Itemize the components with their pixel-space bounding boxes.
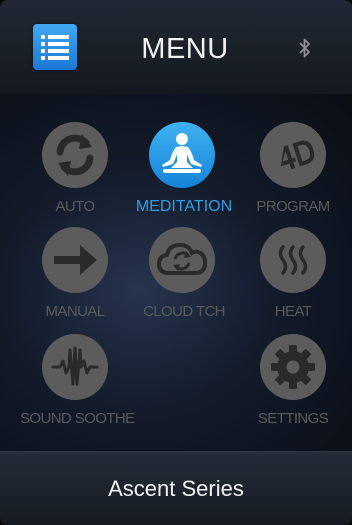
cloud-tch-label: CLOUD TCH — [143, 303, 225, 320]
menu-button[interactable] — [33, 24, 77, 70]
auto-sync-icon — [56, 134, 94, 176]
heat-waves-icon — [278, 245, 308, 275]
program-label: PROGRAM — [256, 198, 330, 215]
sound-wave-icon — [51, 346, 99, 386]
app-frame: MENU AUTO MEDITATION PROGRAM MANUAL CLOU… — [0, 0, 352, 525]
manual-button[interactable] — [42, 227, 108, 293]
gear-icon — [271, 345, 315, 389]
manual-label: MANUAL — [45, 303, 106, 320]
meditation-label: MEDITATION — [135, 198, 233, 215]
menu-item-auto[interactable]: AUTO — [20, 122, 130, 222]
menu-item-heat[interactable]: HEAT — [238, 227, 348, 327]
settings-label: SETTINGS — [257, 410, 329, 427]
sound-soothe-button[interactable] — [42, 334, 108, 400]
meditation-icon — [162, 133, 202, 173]
auto-label: AUTO — [55, 198, 96, 215]
menu-item-settings[interactable]: SETTINGS — [238, 334, 348, 434]
menu-item-program[interactable]: PROGRAM — [238, 122, 348, 222]
sound-soothe-label: SOUND SOOTHE — [20, 410, 135, 427]
arrow-right-icon — [54, 245, 97, 275]
page-title: MENU — [141, 33, 229, 65]
footer-bar: Ascent Series — [0, 451, 352, 525]
list-menu-icon — [41, 35, 69, 60]
menu-grid: AUTO MEDITATION PROGRAM MANUAL CLOUD TCH… — [0, 94, 352, 450]
menu-item-cloud-tch[interactable]: CLOUD TCH — [129, 227, 239, 327]
menu-item-sound-soothe[interactable]: SOUND SOOTHE — [20, 334, 135, 434]
4d-program-icon — [280, 140, 315, 170]
footer-title: Ascent Series — [108, 476, 244, 501]
header-bar: MENU — [0, 0, 352, 95]
settings-button[interactable] — [260, 334, 326, 400]
bluetooth-icon[interactable] — [298, 37, 312, 59]
menu-item-manual[interactable]: MANUAL — [20, 227, 130, 327]
program-button[interactable] — [260, 122, 326, 188]
auto-button[interactable] — [42, 122, 108, 188]
menu-item-meditation[interactable]: MEDITATION — [129, 122, 239, 222]
cloud-tch-button[interactable] — [149, 227, 215, 293]
heat-button[interactable] — [260, 227, 326, 293]
meditation-button[interactable] — [149, 122, 215, 188]
heat-label: HEAT — [274, 303, 312, 320]
cloud-sync-icon — [156, 242, 208, 275]
